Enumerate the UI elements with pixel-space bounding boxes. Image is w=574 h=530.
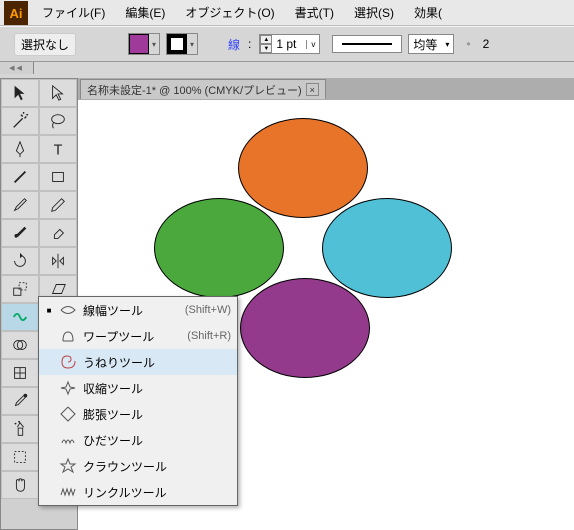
mesh-tool[interactable] [1, 359, 39, 387]
rectangle-tool[interactable] [39, 163, 77, 191]
menu-effect[interactable]: 効果( [404, 0, 452, 25]
scale-tool[interactable] [1, 275, 39, 303]
menu-file[interactable]: ファイル(F) [32, 0, 115, 25]
shape-cyan-ellipse[interactable] [322, 198, 452, 298]
stroke-profile-label: 均等 [413, 36, 437, 53]
flyout-label: ワープツール [83, 328, 181, 345]
line-tool[interactable] [1, 163, 39, 191]
menubar: Ai ファイル(F) 編集(E) オブジェクト(O) 書式(T) 選択(S) 効… [0, 0, 574, 26]
flyout-shortcut: (Shift+R) [187, 330, 231, 342]
reflect-tool[interactable] [39, 247, 77, 275]
shape-green-ellipse[interactable] [154, 198, 284, 298]
flyout-item-wrinkle[interactable]: リンクルツール [39, 479, 237, 505]
document-tab-bar: 名称未設定-1* @ 100% (CMYK/プレビュー) × [78, 78, 574, 100]
eraser-tool[interactable] [39, 219, 77, 247]
chevron-down-icon[interactable]: v [306, 40, 319, 49]
stroke-weight-value: 1 pt [272, 37, 306, 51]
document-tab[interactable]: 名称未設定-1* @ 100% (CMYK/プレビュー) × [80, 79, 326, 99]
colon: : [248, 37, 251, 51]
hand-tool[interactable] [1, 471, 39, 499]
flyout-label: クラウンツール [83, 458, 225, 475]
flyout-shortcut: (Shift+W) [185, 304, 231, 316]
menu-select[interactable]: 選択(S) [344, 0, 404, 25]
weight-stepper[interactable]: ▲▼ [260, 35, 272, 53]
twirl-tool-icon [59, 353, 77, 371]
document-tab-title: 名称未設定-1* @ 100% (CMYK/プレビュー) [87, 82, 302, 98]
stroke-style-preview[interactable] [332, 35, 402, 53]
artboard-tool[interactable] [1, 443, 39, 471]
fill-swatch[interactable]: ▾ [128, 33, 160, 55]
flyout-item-warp[interactable]: ワープツール (Shift+R) [39, 323, 237, 349]
panel-collapse-strip[interactable]: ◀◀ [0, 62, 34, 74]
svg-text:T: T [54, 142, 63, 158]
shape-builder-tool[interactable] [1, 331, 39, 359]
tool-flyout-menu: ■ 線幅ツール (Shift+W) ワープツール (Shift+R) うねりツー… [38, 296, 238, 506]
pen-tool[interactable] [1, 135, 39, 163]
bloat-tool-icon [59, 405, 77, 423]
warp-tool-icon [59, 327, 77, 345]
crystallize-tool-icon [59, 457, 77, 475]
flyout-item-bloat[interactable]: 膨張ツール [39, 401, 237, 427]
wrinkle-tool-icon [59, 483, 77, 501]
width-tool-icon [59, 301, 77, 319]
scallop-tool-icon [59, 431, 77, 449]
width-warp-tool[interactable] [1, 303, 39, 331]
lasso-tool[interactable] [39, 107, 77, 135]
direct-selection-tool[interactable] [39, 79, 77, 107]
magic-wand-tool[interactable] [1, 107, 39, 135]
paintbrush-tool[interactable] [1, 191, 39, 219]
stroke-profile[interactable]: 均等 ▾ [408, 34, 454, 54]
flyout-label: リンクルツール [83, 484, 225, 501]
selection-indicator[interactable]: 選択なし [14, 33, 76, 56]
selection-tool[interactable] [1, 79, 39, 107]
flyout-item-twirl[interactable]: うねりツール [39, 349, 237, 375]
svg-text:Ai: Ai [10, 6, 23, 21]
type-tool[interactable]: T [39, 135, 77, 163]
flyout-item-scallop[interactable]: ひだツール [39, 427, 237, 453]
menu-object[interactable]: オブジェクト(O) [175, 0, 284, 25]
panel-grip-icon: ◀◀ [0, 62, 33, 74]
rotate-tool[interactable] [1, 247, 39, 275]
blob-brush-tool[interactable] [1, 219, 39, 247]
pencil-tool[interactable] [39, 191, 77, 219]
symbol-sprayer-tool[interactable] [1, 415, 39, 443]
flyout-current-mark: ■ [45, 306, 53, 315]
flyout-item-pucker[interactable]: 収縮ツール [39, 375, 237, 401]
flyout-label: 収縮ツール [83, 380, 225, 397]
opacity-value: 2 [483, 37, 490, 51]
eyedropper-tool[interactable] [1, 387, 39, 415]
flyout-item-crystallize[interactable]: クラウンツール [39, 453, 237, 479]
flyout-label: ひだツール [83, 432, 225, 449]
shape-orange-ellipse[interactable] [238, 118, 368, 218]
tab-close-button[interactable]: × [306, 83, 319, 96]
shape-purple-ellipse[interactable] [240, 278, 370, 378]
stroke-label[interactable]: 線 [228, 36, 240, 53]
flyout-item-width[interactable]: ■ 線幅ツール (Shift+W) [39, 297, 237, 323]
menu-type[interactable]: 書式(T) [285, 0, 344, 25]
menu-edit[interactable]: 編集(E) [115, 0, 175, 25]
separator-dot: • [466, 37, 470, 51]
control-bar: 選択なし ▾ ▾ 線 : ▲▼ 1 pt v 均等 ▾ • 2 [0, 26, 574, 62]
flyout-label: 線幅ツール [83, 302, 179, 319]
pucker-tool-icon [59, 379, 77, 397]
app-icon: Ai [4, 1, 28, 25]
flyout-label: 膨張ツール [83, 406, 225, 423]
stroke-swatch[interactable]: ▾ [166, 33, 198, 55]
flyout-label: うねりツール [83, 354, 225, 371]
stroke-weight-field[interactable]: ▲▼ 1 pt v [259, 34, 320, 54]
